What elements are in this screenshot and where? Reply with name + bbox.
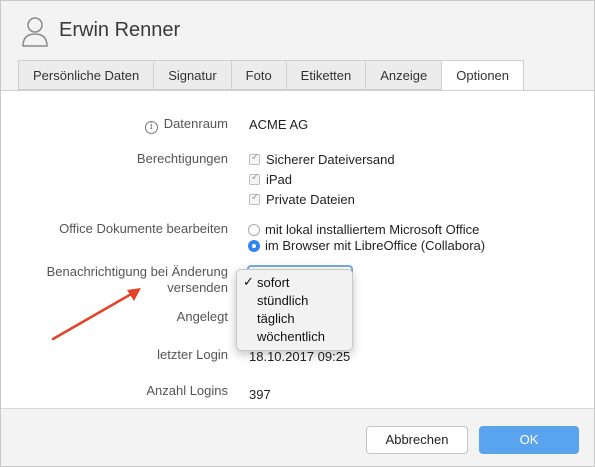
office-browser-label: im Browser mit LibreOffice (Collabora) (265, 238, 486, 253)
benachrichtigung-label-line2: versenden (167, 280, 228, 295)
annotation-arrow-icon (51, 288, 141, 341)
permission-secure-transfer-label: Sicherer Dateiversand (266, 152, 395, 167)
dropdown-option-woechentlich[interactable]: wöchentlich (237, 328, 352, 346)
permission-ipad: iPad (249, 172, 292, 187)
permission-private-files-label: Private Dateien (266, 192, 355, 207)
office-local-label: mit lokal installiertem Microsoft Office (265, 222, 480, 237)
dropdown-option-taeglich[interactable]: täglich (237, 310, 352, 328)
berechtigungen-label: Berechtigungen (136, 151, 228, 166)
office-browser-radio[interactable] (248, 239, 260, 252)
permission-ipad-checkbox (249, 172, 260, 185)
ok-button[interactable]: OK (479, 426, 579, 454)
dropdown-option-sofort-label: sofort (257, 275, 290, 290)
permission-secure-transfer: Sicherer Dateiversand (249, 152, 395, 167)
cancel-button[interactable]: Abbrechen (366, 426, 468, 454)
checkmark-icon: ✓ (243, 275, 254, 290)
user-settings-dialog: Erwin Renner Persönliche Daten Signatur … (0, 0, 595, 467)
user-silhouette-icon (22, 17, 48, 47)
datenraum-value: ACME AG (249, 117, 309, 132)
user-name-title: Erwin Renner (59, 19, 181, 41)
letzter-login-value: 18.10.2017 09:25 (249, 349, 351, 364)
tab-persoenliche-daten[interactable]: Persönliche Daten (18, 60, 154, 90)
permission-private-files: Private Dateien (249, 192, 355, 207)
tab-bar: Persönliche Daten Signatur Foto Etikette… (18, 60, 525, 91)
notification-dropdown-menu: ✓ sofort stündlich täglich wöchentlich (236, 269, 353, 351)
office-label: Office Dokumente bearbeiten (59, 221, 228, 236)
dialog-header: Erwin Renner (1, 1, 594, 60)
tab-foto[interactable]: Foto (230, 60, 286, 90)
info-icon[interactable]: i (144, 121, 158, 134)
permission-secure-transfer-checkbox (249, 152, 260, 165)
letzter-login-label: letzter Login (157, 347, 228, 362)
permission-ipad-label: iPad (266, 172, 293, 187)
datenraum-label-text: Datenraum (163, 116, 228, 131)
anzahl-logins-value: 397 (249, 387, 271, 402)
office-option-local[interactable]: mit lokal installiertem Microsoft Office (248, 222, 479, 237)
dropdown-option-sofort[interactable]: ✓ sofort (237, 274, 352, 292)
datenraum-label: i Datenraum (144, 116, 228, 134)
permission-private-files-checkbox (249, 192, 260, 205)
office-option-browser[interactable]: im Browser mit LibreOffice (Collabora) (248, 238, 485, 253)
anzahl-logins-label: Anzahl Logins (146, 383, 228, 398)
dialog-footer: Abbrechen OK (1, 409, 594, 466)
benachrichtigung-label-line1: Benachrichtigung bei Änderung (46, 264, 228, 279)
tab-signatur[interactable]: Signatur (153, 60, 231, 90)
dropdown-option-stuendlich[interactable]: stündlich (237, 292, 352, 310)
tab-anzeige[interactable]: Anzeige (365, 60, 442, 90)
options-panel: i Datenraum ACME AG Berechtigungen Sicher… (1, 90, 594, 409)
tab-etiketten[interactable]: Etiketten (285, 60, 366, 90)
tab-optionen[interactable]: Optionen (441, 60, 525, 91)
angelegt-label: Angelegt (176, 309, 228, 324)
office-local-radio[interactable] (248, 223, 260, 236)
